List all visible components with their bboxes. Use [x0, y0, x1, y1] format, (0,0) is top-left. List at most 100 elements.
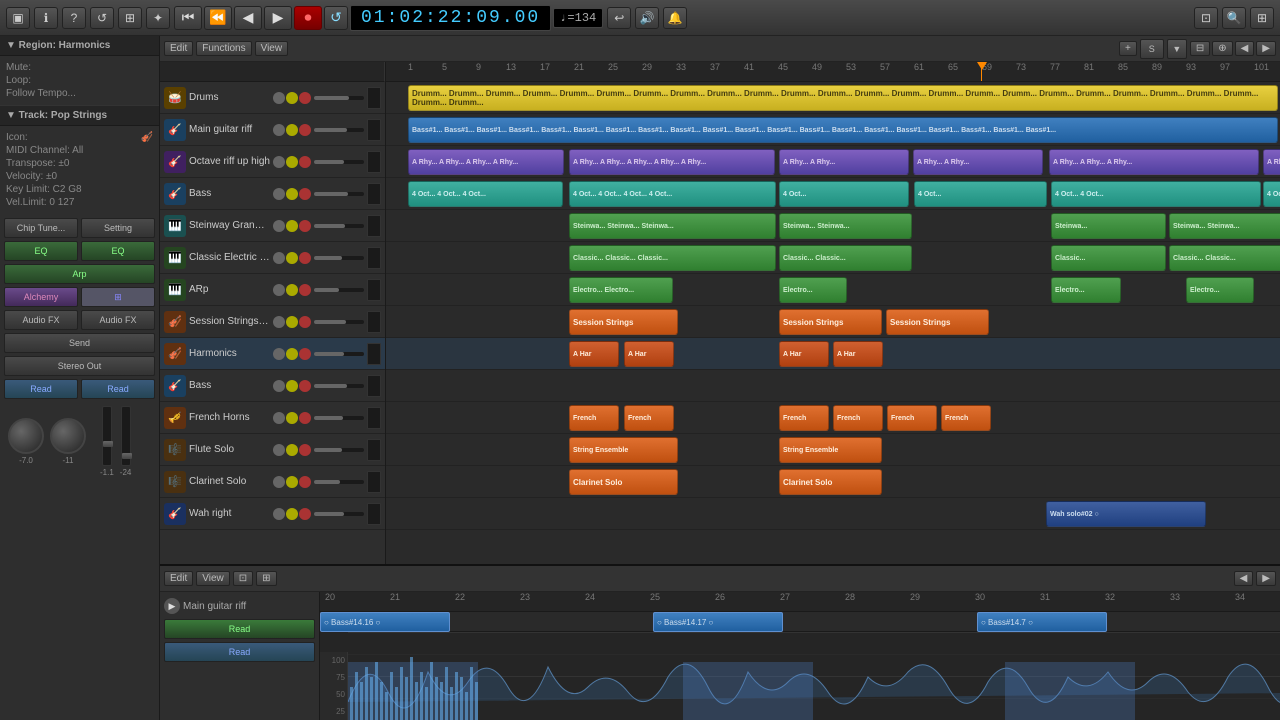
- strings-mute[interactable]: [273, 316, 285, 328]
- bass1-clip-3[interactable]: 4 Oct...: [779, 181, 909, 207]
- horns-rec[interactable]: [299, 412, 311, 424]
- drums-fader[interactable]: [314, 96, 364, 100]
- flute-rec[interactable]: [299, 444, 311, 456]
- horns-clip-3[interactable]: French: [779, 405, 829, 431]
- clarinet-clip-1[interactable]: Clarinet Solo: [569, 469, 678, 495]
- read-button1[interactable]: Read: [4, 379, 78, 399]
- bass1-clip-4[interactable]: 4 Oct...: [914, 181, 1047, 207]
- string-ens-clip-1[interactable]: String Ensemble: [569, 437, 678, 463]
- arr-view-button[interactable]: View: [255, 41, 289, 56]
- arp-clip-1[interactable]: Electro... Electro...: [569, 277, 673, 303]
- track-item-drums[interactable]: 🥁 Drums: [160, 82, 385, 114]
- harmonics-clip-4[interactable]: A Har: [833, 341, 883, 367]
- chip-tune-button[interactable]: Chip Tune...: [4, 218, 78, 238]
- audio-fx2-button[interactable]: Audio FX: [81, 310, 155, 330]
- arp-button[interactable]: Arp: [4, 264, 155, 284]
- octave-fader[interactable]: [314, 160, 364, 164]
- harmonics-clip-2[interactable]: A Har: [624, 341, 674, 367]
- harmonics-clip-3[interactable]: A Har: [779, 341, 829, 367]
- piano1-clip-1[interactable]: Steinwa... Steinwa... Steinwa...: [569, 213, 776, 239]
- octave-clip-4[interactable]: A Rhy... A Rhy...: [913, 149, 1043, 175]
- toolbar-btn-2[interactable]: ℹ: [34, 7, 58, 29]
- track-item-clarinet[interactable]: 🎼 Clarinet Solo: [160, 466, 385, 498]
- zoom-in-button[interactable]: ⊕: [1212, 41, 1232, 56]
- string-ens-clip-2[interactable]: String Ensemble: [779, 437, 882, 463]
- horns-clip-6[interactable]: French: [941, 405, 991, 431]
- arp-clip-2[interactable]: Electro...: [779, 277, 847, 303]
- wah-mute[interactable]: [273, 508, 285, 520]
- read-button2[interactable]: Read: [81, 379, 155, 399]
- scroll-right-button[interactable]: ▶: [1256, 41, 1276, 56]
- wah-rec[interactable]: [299, 508, 311, 520]
- aux-fader[interactable]: [122, 453, 132, 459]
- toolbar-btn-r4[interactable]: ⊡: [1194, 7, 1218, 29]
- octave-clip-5[interactable]: A Rhy... A Rhy... A Rhy...: [1049, 149, 1259, 175]
- piano2-rec[interactable]: [299, 252, 311, 264]
- wah-fader[interactable]: [314, 512, 364, 516]
- guitar-rec[interactable]: [299, 124, 311, 136]
- drums-clip-1[interactable]: Drumm... Drumm... Drumm... Drumm... Drum…: [408, 85, 1278, 111]
- editor-scroll-right[interactable]: ▶: [1256, 571, 1276, 586]
- editor-view-button[interactable]: View: [196, 571, 230, 586]
- eq2-button[interactable]: EQ: [81, 241, 155, 261]
- guitar-solo[interactable]: [286, 124, 298, 136]
- clarinet-solo[interactable]: [286, 476, 298, 488]
- track-item-bass1[interactable]: 🎸 Bass: [160, 178, 385, 210]
- track-item-piano2[interactable]: 🎹 Classic Electric Piano: [160, 242, 385, 274]
- piano2-clip-2[interactable]: Classic... Classic...: [779, 245, 912, 271]
- zoom-out-button[interactable]: ⊟: [1190, 41, 1210, 56]
- piano2-clip-3[interactable]: Classic...: [1051, 245, 1166, 271]
- guitar-mute[interactable]: [273, 124, 285, 136]
- bass1-clip-6[interactable]: 4 Oct...: [1263, 181, 1280, 207]
- bass2-mute[interactable]: [273, 380, 285, 392]
- main-fader[interactable]: [103, 441, 113, 447]
- arp-fader[interactable]: [314, 288, 364, 292]
- piano1-fader[interactable]: [314, 224, 364, 228]
- strings-clip-2[interactable]: Session Strings: [779, 309, 882, 335]
- horns-mute[interactable]: [273, 412, 285, 424]
- piano1-clip-4[interactable]: Steinwa... Steinwa...: [1169, 213, 1280, 239]
- octave-clip-6[interactable]: A Rhy...: [1263, 149, 1280, 175]
- horns-clip-5[interactable]: French: [887, 405, 937, 431]
- flute-mute[interactable]: [273, 444, 285, 456]
- scroll-left-button[interactable]: ◀: [1235, 41, 1255, 56]
- toolbar-btn-3[interactable]: ?: [62, 7, 86, 29]
- guitar-clip-1[interactable]: Bass#1... Bass#1... Bass#1... Bass#1... …: [408, 117, 1278, 143]
- bass2-fader[interactable]: [314, 384, 364, 388]
- track-item-horns[interactable]: 🎺 French Horns: [160, 402, 385, 434]
- toolbar-btn-r6[interactable]: ⊞: [1250, 7, 1274, 29]
- piano1-mute[interactable]: [273, 220, 285, 232]
- horns-clip-4[interactable]: French: [833, 405, 883, 431]
- guitar-fader[interactable]: [314, 128, 364, 132]
- octave-clip-3[interactable]: A Rhy... A Rhy...: [779, 149, 909, 175]
- editor-scroll-left[interactable]: ◀: [1234, 571, 1254, 586]
- add-track-button[interactable]: +: [1119, 41, 1137, 56]
- bass1-clip-1[interactable]: 4 Oct... 4 Oct... 4 Oct...: [408, 181, 563, 207]
- toolbar-btn-4[interactable]: ↺: [90, 7, 114, 29]
- octave-mute[interactable]: [273, 156, 285, 168]
- piano2-clip-1[interactable]: Classic... Classic... Classic...: [569, 245, 776, 271]
- rewind-to-start-button[interactable]: ⏮: [174, 6, 202, 30]
- send-button[interactable]: Send: [4, 333, 155, 353]
- bass-clip-7[interactable]: ○ Bass#14.7 ○: [977, 612, 1107, 632]
- fast-rewind-button[interactable]: ⏪: [204, 6, 232, 30]
- channel-read-btn2[interactable]: Read: [164, 642, 315, 662]
- bass2-rec[interactable]: [299, 380, 311, 392]
- setting-button[interactable]: Setting: [81, 218, 155, 238]
- eq1-button[interactable]: EQ: [4, 241, 78, 261]
- volume-knob1[interactable]: [8, 418, 44, 454]
- strings-solo[interactable]: [286, 316, 298, 328]
- drums-rec[interactable]: [299, 92, 311, 104]
- piano2-clip-4[interactable]: Classic... Classic...: [1169, 245, 1280, 271]
- bass1-solo[interactable]: [286, 188, 298, 200]
- flute-solo[interactable]: [286, 444, 298, 456]
- audio-fx1-button[interactable]: Audio FX: [4, 310, 78, 330]
- toolbar-btn-r2[interactable]: 🔊: [635, 7, 659, 29]
- stereo-out-button[interactable]: Stereo Out: [4, 356, 155, 376]
- track-item-wah[interactable]: 🎸 Wah right: [160, 498, 385, 530]
- piano2-solo[interactable]: [286, 252, 298, 264]
- clarinet-rec[interactable]: [299, 476, 311, 488]
- piano1-clip-3[interactable]: Steinwa...: [1051, 213, 1166, 239]
- clarinet-clip-2[interactable]: Clarinet Solo: [779, 469, 882, 495]
- record-button[interactable]: ⏺: [294, 6, 322, 30]
